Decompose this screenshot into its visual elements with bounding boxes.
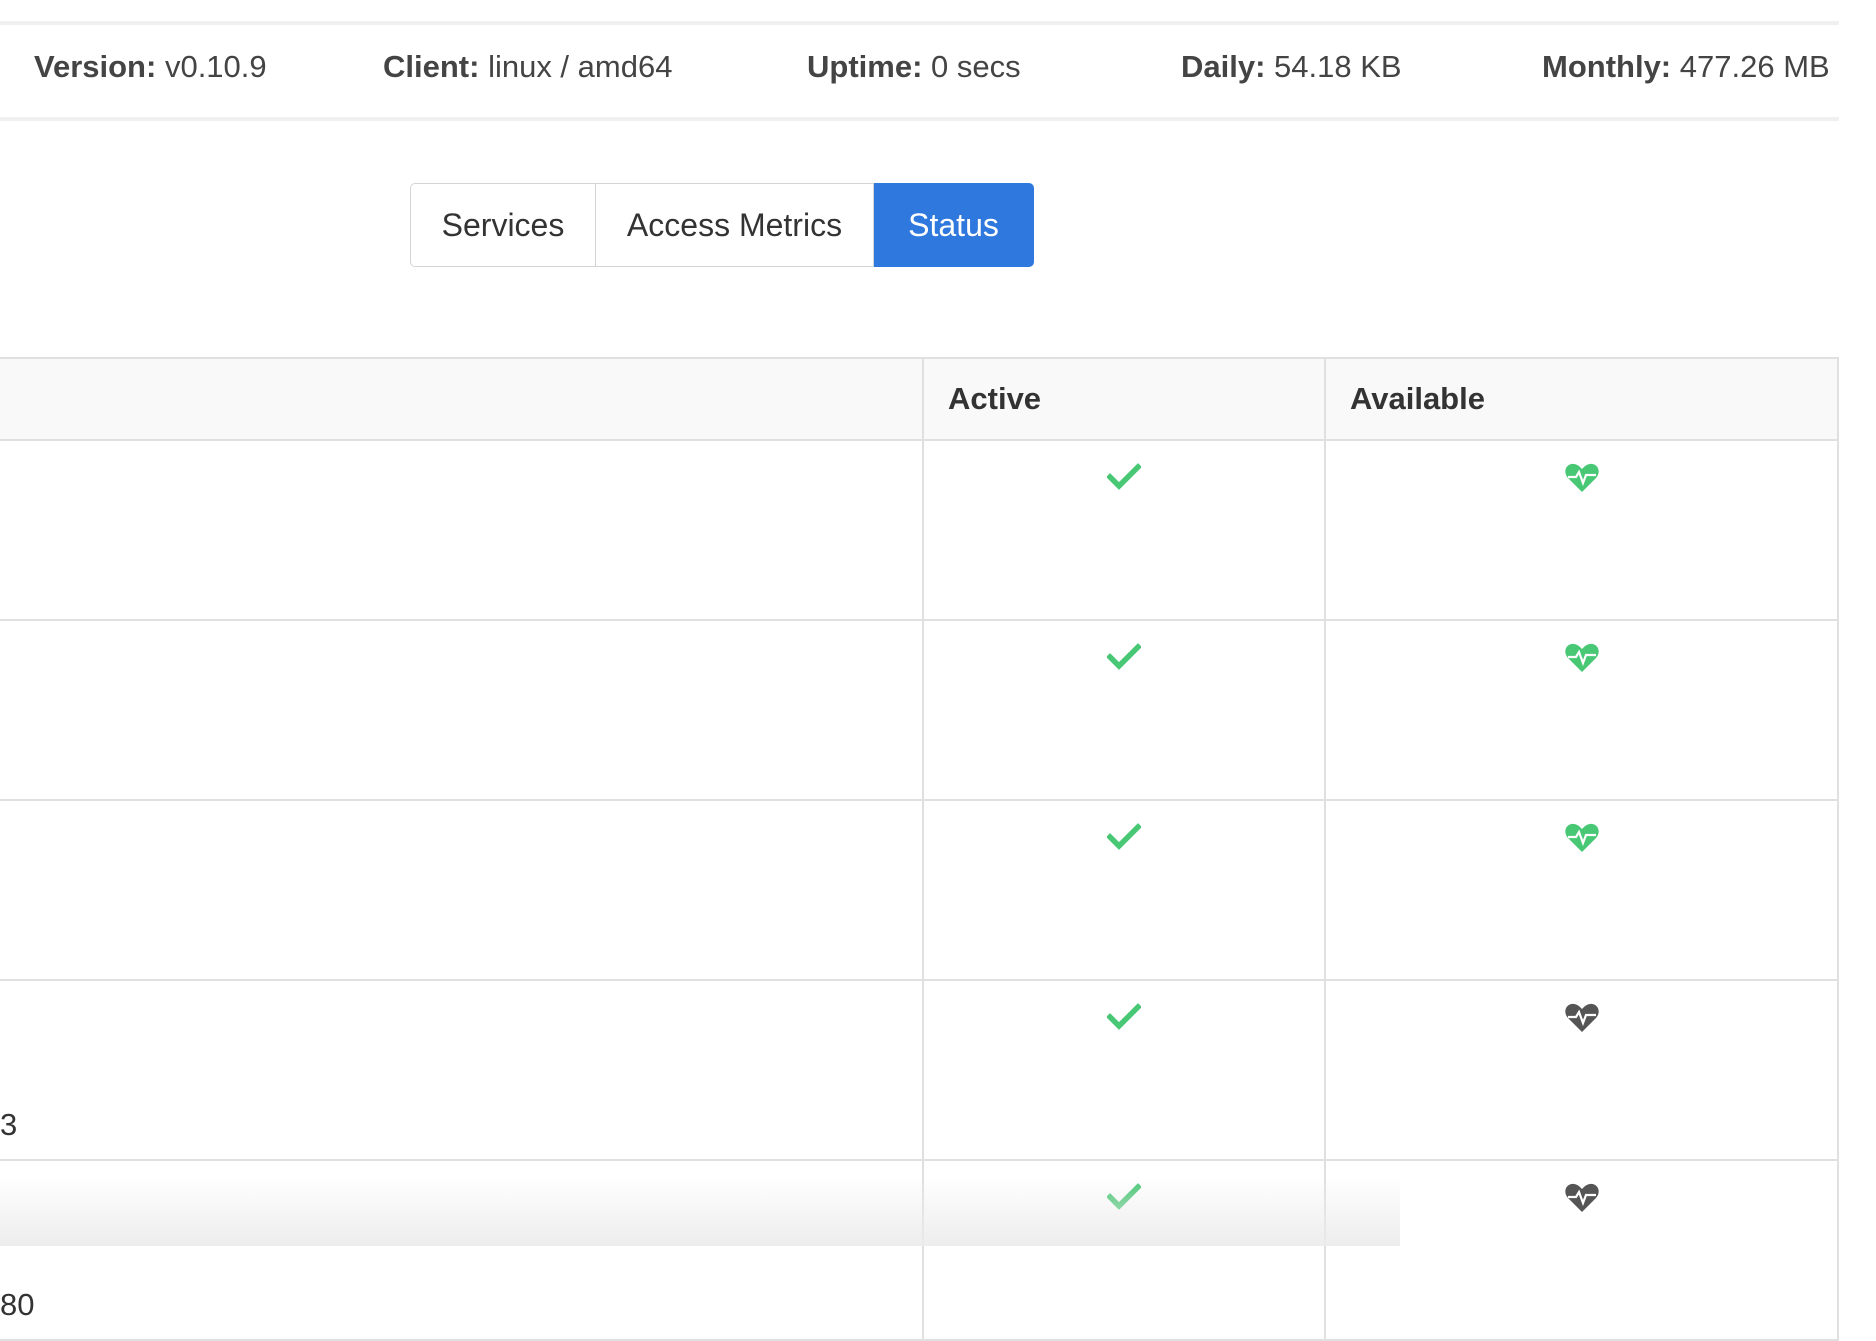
- client-value: linux / amd64: [488, 49, 673, 84]
- uptime-stat: Uptime: 0 secs: [807, 49, 1021, 85]
- uptime-value: 0 secs: [931, 49, 1021, 84]
- row-active-cell: [922, 979, 1326, 1161]
- row-available-cell: [1324, 799, 1839, 981]
- tab-group: Services Access Metrics Status: [410, 183, 1034, 267]
- client-stat: Client: linux / amd64: [383, 49, 672, 85]
- version-value: v0.10.9: [164, 49, 267, 84]
- check-icon: [1106, 823, 1142, 859]
- check-icon: [1106, 1003, 1142, 1039]
- table-row[interactable]: 3: [0, 979, 1839, 1161]
- tab-services[interactable]: Services: [410, 183, 596, 267]
- header-name: [0, 357, 924, 441]
- status-table: Active Available 3 80: [0, 357, 1839, 1341]
- monthly-value: 477.26 MB: [1679, 49, 1830, 84]
- row-active-cell: [922, 1159, 1326, 1341]
- heartbeat-icon: [1564, 463, 1600, 501]
- table-row[interactable]: [0, 439, 1839, 621]
- client-label: Client:: [383, 49, 480, 84]
- row-name-cell: 3: [0, 979, 924, 1161]
- check-icon: [1106, 643, 1142, 679]
- check-icon: [1106, 1183, 1142, 1219]
- row-active-cell: [922, 619, 1326, 801]
- row-name-cell: [0, 439, 924, 621]
- table-row[interactable]: [0, 619, 1839, 801]
- check-icon: [1106, 463, 1142, 499]
- heartbeat-icon: [1564, 823, 1600, 861]
- table-row[interactable]: 80: [0, 1159, 1839, 1341]
- row-name-text: 80: [0, 1287, 35, 1322]
- monthly-label: Monthly:: [1542, 49, 1672, 84]
- daily-label: Daily:: [1181, 49, 1266, 84]
- row-available-cell: [1324, 1159, 1839, 1341]
- row-active-cell: [922, 799, 1326, 981]
- row-name-text: 3: [0, 1107, 18, 1142]
- table-header-row: Active Available: [0, 357, 1839, 441]
- table-row[interactable]: [0, 799, 1839, 981]
- status-bar: Version: v0.10.9 Client: linux / amd64 U…: [0, 21, 1839, 121]
- row-name-cell: 80: [0, 1159, 924, 1341]
- row-name-cell: [0, 799, 924, 981]
- uptime-label: Uptime:: [807, 49, 923, 84]
- heartbeat-icon: [1564, 1183, 1600, 1221]
- row-active-cell: [922, 439, 1326, 621]
- version-label: Version:: [34, 49, 157, 84]
- heartbeat-icon: [1564, 643, 1600, 681]
- version-stat: Version: v0.10.9: [34, 49, 267, 85]
- header-available: Available: [1324, 357, 1839, 441]
- row-available-cell: [1324, 439, 1839, 621]
- tab-status[interactable]: Status: [874, 183, 1034, 267]
- daily-value: 54.18 KB: [1274, 49, 1402, 84]
- row-name-cell: [0, 619, 924, 801]
- tab-access-metrics[interactable]: Access Metrics: [596, 183, 874, 267]
- heartbeat-icon: [1564, 1003, 1600, 1041]
- daily-stat: Daily: 54.18 KB: [1181, 49, 1402, 85]
- header-active: Active: [922, 357, 1326, 441]
- row-available-cell: [1324, 619, 1839, 801]
- row-available-cell: [1324, 979, 1839, 1161]
- monthly-stat: Monthly: 477.26 MB: [1542, 49, 1830, 85]
